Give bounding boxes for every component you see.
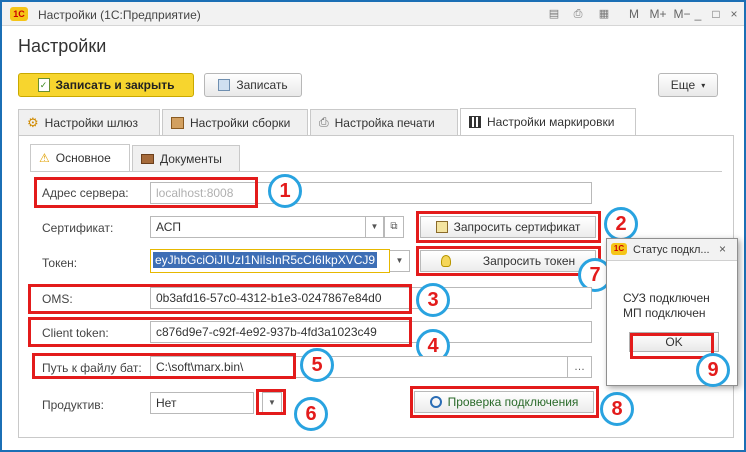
annotation-badge-5: 5 — [300, 348, 334, 382]
save-and-close-label: Записать и закрыть — [55, 78, 175, 92]
print-icon[interactable]: ⎙ — [570, 7, 586, 21]
window-title: Настройки (1С:Предприятие) — [38, 8, 201, 22]
floppy-icon — [218, 79, 231, 91]
title-bar: 1С Настройки (1С:Предприятие) ▤ ⎙ ▦ M M+… — [2, 2, 744, 26]
tab-label: Настройки маркировки — [487, 115, 615, 129]
popup-line-mp: МП подключен — [623, 306, 706, 320]
tab-gateway-settings[interactable]: ⚙ Настройки шлюз — [18, 109, 160, 135]
box-icon — [171, 116, 184, 129]
annotation-badge-2: 2 — [604, 207, 638, 241]
subtab-label: Основное — [55, 151, 111, 165]
subtab-main[interactable]: ⚠ Основное — [30, 144, 130, 171]
annotation-box-7 — [416, 246, 601, 276]
warning-icon: ⚠ — [39, 151, 50, 165]
open-link-icon[interactable]: ⧉ — [384, 216, 404, 238]
save-label: Записать — [236, 78, 288, 92]
tab-print-settings[interactable]: ⎙ Настройка печати — [310, 109, 458, 135]
memory-minus-button[interactable]: M− — [672, 6, 692, 22]
popup-close-icon[interactable]: × — [719, 242, 726, 256]
save-and-close-button[interactable]: ✓ Записать и закрыть — [18, 73, 194, 97]
annotation-badge-3: 3 — [416, 283, 450, 317]
popup-message: СУЗ подключен МП подключен — [623, 291, 710, 321]
close-button[interactable]: × — [726, 6, 742, 22]
save-button[interactable]: Записать — [204, 73, 302, 97]
annotation-box-8 — [410, 386, 599, 418]
minimize-button[interactable]: _ — [690, 6, 706, 22]
app-logo-icon: 1С — [611, 243, 627, 255]
token-dropdown-button[interactable]: ▼ — [390, 250, 410, 272]
productive-label: Продуктив: — [42, 398, 105, 412]
annotation-box-9 — [630, 333, 714, 359]
briefcase-icon — [141, 153, 154, 164]
annotation-badge-8: 8 — [600, 392, 634, 426]
token-input[interactable]: eyJhbGciOiJIUzI1NiIsInR5cCI6IkpXVCJ9 — [150, 249, 390, 273]
subtab-documents[interactable]: Документы — [132, 145, 240, 171]
maximize-button[interactable]: □ — [708, 6, 724, 22]
tab-assembly-settings[interactable]: Настройки сборки — [162, 109, 308, 135]
document-icon[interactable]: ▤ — [546, 7, 562, 21]
qr-icon — [469, 116, 481, 128]
memory-button[interactable]: M — [626, 6, 642, 22]
popup-title: Статус подкл... — [633, 244, 710, 256]
tab-marking-settings[interactable]: Настройки маркировки — [460, 108, 636, 135]
certificate-label: Сертификат: — [42, 221, 114, 235]
annotation-box-6 — [256, 389, 286, 415]
chevron-down-icon: ▾ — [701, 80, 706, 90]
tab-label: Настройки сборки — [190, 115, 291, 130]
browse-button[interactable]: … — [568, 356, 592, 378]
annotation-badge-9: 9 — [696, 353, 730, 387]
annotation-box-5 — [32, 353, 296, 379]
document-check-icon: ✓ — [37, 78, 50, 92]
page-title: Настройки — [18, 36, 107, 56]
certificate-dropdown-button[interactable]: ▼ — [366, 216, 384, 238]
gear-icon: ⚙ — [27, 114, 39, 130]
certificate-select[interactable]: АСП — [150, 216, 366, 238]
calendar-icon[interactable]: ▦ — [596, 7, 612, 21]
tab-label: Настройка печати — [334, 115, 435, 130]
annotation-box-3 — [28, 284, 412, 314]
popup-title-bar: 1С Статус подкл... × — [607, 239, 737, 261]
printer-icon: ⎙ — [319, 115, 329, 129]
memory-plus-button[interactable]: M+ — [648, 6, 668, 22]
subtab-label: Документы — [160, 151, 222, 166]
annotation-badge-6: 6 — [294, 397, 328, 431]
token-value: eyJhbGciOiJIUzI1NiIsInR5cCI6IkpXVCJ9 — [153, 252, 378, 268]
annotation-badge-1: 1 — [268, 174, 302, 208]
app-logo-icon: 1С — [10, 7, 28, 21]
more-label: Еще — [670, 78, 696, 92]
popup-line-suz: СУЗ подключен — [623, 291, 710, 305]
tab-label: Настройки шлюз — [44, 115, 138, 130]
token-label: Токен: — [42, 256, 78, 270]
more-button[interactable]: Еще ▾ — [658, 73, 718, 97]
annotation-box-2 — [416, 211, 601, 243]
productive-select[interactable]: Нет — [150, 392, 254, 414]
annotation-box-1 — [34, 177, 258, 208]
annotation-box-4 — [28, 317, 412, 347]
